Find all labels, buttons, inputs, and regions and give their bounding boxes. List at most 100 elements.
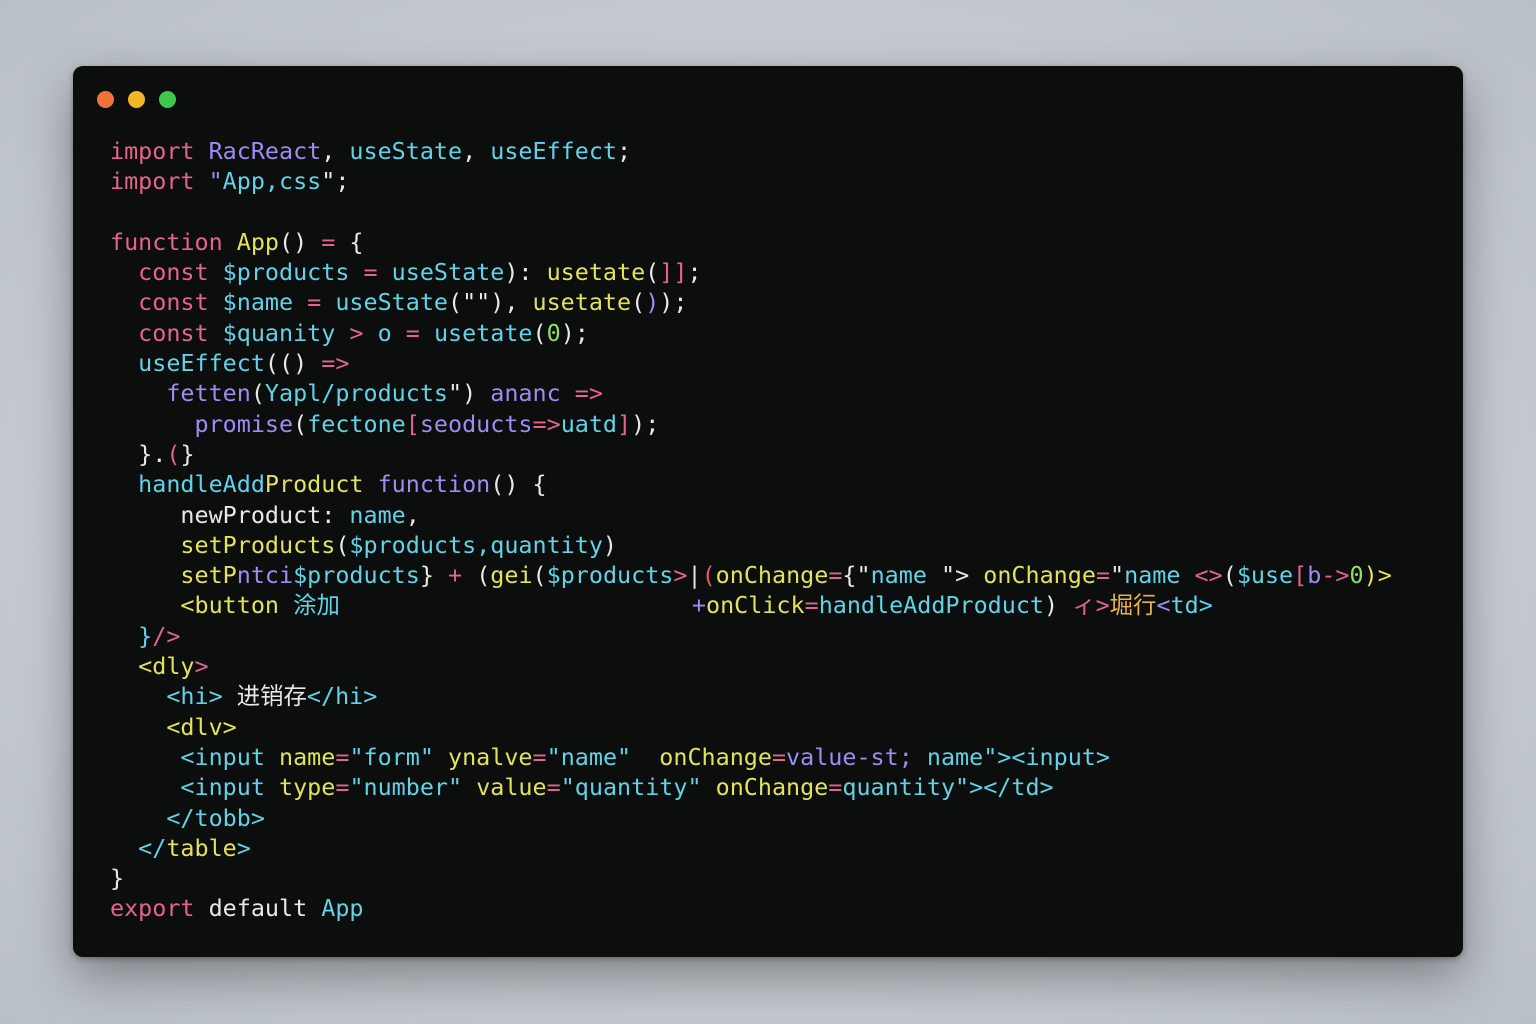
code-token: ]] xyxy=(659,258,688,287)
code-token: newProduct: xyxy=(110,500,350,529)
code-token: Product xyxy=(264,470,378,499)
code-token: ; xyxy=(687,258,702,287)
code-token: uatd xyxy=(560,409,618,438)
code-line: <dly> xyxy=(110,651,1392,681)
code-line: setPntci$products} + (gei($products>|(on… xyxy=(110,560,1391,590)
code-token: usetate xyxy=(546,258,646,287)
code-token: = xyxy=(804,591,819,620)
code-token: 堀行 xyxy=(1109,591,1157,620)
code-token: value xyxy=(476,773,547,802)
code-token: | xyxy=(687,561,702,590)
code-token: fetten xyxy=(110,379,251,408)
code-line: </table> xyxy=(110,833,1392,863)
code-token: = xyxy=(405,318,434,347)
code-token: ( xyxy=(532,318,547,347)
code-token: ( xyxy=(293,409,308,438)
code-token: () { xyxy=(490,470,547,499)
code-token: , xyxy=(462,137,491,165)
code-token: [ xyxy=(405,409,420,438)
code-token: b xyxy=(1307,561,1322,590)
code-token: + xyxy=(448,561,477,590)
code-token: = xyxy=(307,288,336,317)
code-token: usetate xyxy=(433,318,533,347)
code-token: function xyxy=(377,470,491,499)
code-token: "quantity" xyxy=(560,773,716,802)
minimize-button[interactable] xyxy=(128,91,145,108)
code-token: "; xyxy=(321,167,350,196)
code-token: = xyxy=(335,773,350,802)
code-line: </tobb> xyxy=(110,803,1392,833)
code-token: <button xyxy=(110,591,294,620)
code-token: handleAdd xyxy=(110,470,265,499)
code-line: setProducts($products,quantity) xyxy=(110,530,1392,560)
code-token: "name" xyxy=(546,742,660,771)
code-token: useState xyxy=(391,258,505,287)
code-token: function xyxy=(110,227,237,256)
code-token: $products xyxy=(293,561,420,590)
code-token: = xyxy=(828,561,843,590)
code-token: > xyxy=(194,652,209,681)
code-token: (() xyxy=(264,349,322,378)
code-token: "> xyxy=(941,561,984,590)
code-token: = xyxy=(363,258,392,287)
code-token: Yapl/products xyxy=(264,379,448,408)
code-token: import xyxy=(110,137,209,165)
code-token: <hi> xyxy=(110,682,237,711)
code-token: <> xyxy=(1194,561,1223,590)
code-token: </ xyxy=(110,833,167,862)
code-token: = xyxy=(321,227,350,256)
code-token: {" xyxy=(842,561,871,590)
code-token: ] xyxy=(617,409,632,438)
code-line: <input name="form" ynalve="name" onChang… xyxy=(110,742,1392,772)
code-token: onChange xyxy=(715,773,829,802)
code-token: handleAddProduct xyxy=(818,591,1045,620)
code-token: name"><input> xyxy=(926,742,1110,771)
close-button[interactable] xyxy=(97,91,114,108)
code-token: $products,quantity xyxy=(349,530,603,559)
code-token: 0 xyxy=(1349,561,1364,590)
code-token: $quanity xyxy=(222,318,336,347)
code-token: ィ> xyxy=(1072,591,1110,620)
code-line: fetten(Yapl/products") ananc => xyxy=(110,378,1392,408)
code-token: ; xyxy=(617,137,632,165)
code-token: "number" xyxy=(349,773,477,802)
code-token: 0 xyxy=(546,318,561,347)
code-token: gei xyxy=(490,561,533,590)
code-line: <hi> 进销存</hi> xyxy=(110,681,1392,711)
code-token: useState xyxy=(349,137,463,165)
code-token: useState xyxy=(335,288,449,317)
code-token: value-st; xyxy=(786,742,927,771)
code-token: => xyxy=(574,379,603,408)
code-token: = xyxy=(828,773,843,802)
code-token: seoducts xyxy=(419,409,533,438)
code-token: ) xyxy=(602,530,617,559)
code-line: }.(} xyxy=(110,439,1392,469)
code-token: "form" xyxy=(349,742,449,771)
code-token: setProducts xyxy=(110,530,336,559)
code-area[interactable]: import RacReact, useState, useEffect; imp… xyxy=(110,136,1392,924)
code-token: }. xyxy=(110,439,167,468)
code-token: -> xyxy=(1321,561,1350,590)
code-token: $products xyxy=(546,561,674,590)
code-token: useEffect xyxy=(490,137,618,165)
code-token: name xyxy=(349,500,406,529)
code-token: o xyxy=(377,318,406,347)
code-line: <button 涂加 +onClick=handleAddProduct) ィ>… xyxy=(110,590,1392,620)
code-token: const xyxy=(110,288,223,317)
code-token: $name xyxy=(222,288,308,317)
code-token: table xyxy=(166,833,237,862)
code-token: ); xyxy=(560,318,589,347)
code-token: quantity"></td> xyxy=(842,773,1054,802)
code-token: /> xyxy=(152,621,181,650)
maximize-button[interactable] xyxy=(159,91,176,108)
code-token: ( xyxy=(166,439,181,468)
code-token: [ xyxy=(1293,561,1308,590)
code-token: = xyxy=(335,742,350,771)
code-token: => xyxy=(321,349,350,378)
code-token: { xyxy=(349,227,364,256)
code-token: const xyxy=(110,258,223,287)
code-token: <input xyxy=(110,742,279,771)
code-token: name xyxy=(279,742,336,771)
code-token: onChange xyxy=(983,561,1096,590)
code-token: ( xyxy=(476,561,491,590)
